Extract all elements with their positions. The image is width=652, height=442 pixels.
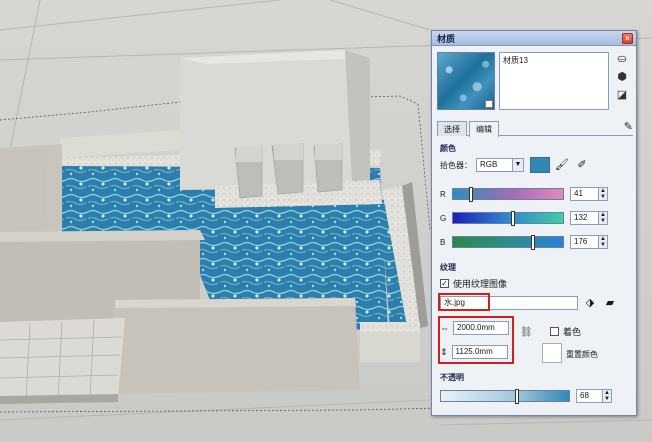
spin-b[interactable]: 176 ▲ ▼ — [570, 235, 608, 249]
panel-title: 材质 — [437, 33, 456, 44]
swatch-corner-icon — [485, 100, 493, 108]
slider-label-b: B — [440, 237, 446, 247]
tab-select[interactable]: 选择 — [437, 121, 467, 136]
spin-g[interactable]: 132 ▲ ▼ — [570, 211, 608, 225]
colorize-label: 着色 — [563, 327, 582, 337]
colorize-checkbox[interactable] — [550, 327, 559, 336]
diagonal-icon[interactable]: ◪ — [615, 88, 629, 102]
use-texture-row: ✓ 使用纹理图像 — [440, 277, 507, 290]
cube-icon[interactable]: ⬢ — [615, 70, 629, 84]
spin-g-value: 132 — [574, 213, 588, 222]
opacity-slider-thumb[interactable] — [515, 389, 519, 404]
picker-row: 拾色器： RGB ▼ 🖌 ✐ — [440, 157, 590, 173]
reset-color-label: 重置颜色 — [566, 350, 598, 359]
slider-r[interactable] — [452, 187, 564, 202]
close-icon[interactable]: × — [622, 32, 633, 44]
slider-g[interactable] — [452, 211, 564, 226]
use-texture-checkbox[interactable]: ✓ — [440, 279, 449, 288]
picker-select[interactable]: RGB ▼ — [476, 158, 524, 172]
spin-r[interactable]: 41 ▲ ▼ — [570, 187, 608, 201]
slider-row-b: B 176 ▲ ▼ — [440, 235, 608, 250]
colorize-row: 着色 — [550, 325, 581, 338]
paint-bucket-icon[interactable]: 🖌 — [554, 157, 570, 173]
side-icon-column: ⛀ ⬢ ◪ — [615, 52, 631, 106]
slider-thumb-r[interactable] — [469, 187, 473, 202]
chevron-down-icon: ▼ — [512, 159, 523, 171]
material-preview-row: 材质13 ⛀ ⬢ ◪ — [437, 52, 633, 114]
material-swatch-preview[interactable] — [437, 52, 495, 110]
slider-row-g: G 132 ▲ ▼ — [440, 211, 608, 226]
picker-select-value: RGB — [480, 160, 498, 169]
slider-thumb-g[interactable] — [511, 211, 515, 226]
material-panel: 材质 × 材质13 ⛀ ⬢ ◪ 选择 编辑 ✎ 颜色 拾色器： RGB ▼ 🖌 … — [431, 30, 637, 416]
folder-icon[interactable]: ▰ — [602, 295, 618, 311]
material-name-field[interactable]: 材质13 — [499, 52, 609, 110]
texture-section-label: 纹理 — [440, 263, 456, 272]
panel-titlebar[interactable]: 材质 × — [432, 31, 636, 46]
slider-label-g: G — [440, 213, 447, 223]
spin-arrows-icon[interactable]: ▲ ▼ — [598, 188, 607, 200]
chain-link-icon[interactable]: ⛓ — [520, 327, 533, 338]
slider-b[interactable] — [452, 235, 564, 250]
slider-row-r: R 41 ▲ ▼ — [440, 187, 608, 202]
spin-b-value: 176 — [574, 237, 588, 246]
color-section-label: 颜色 — [440, 144, 456, 153]
opacity-slider[interactable] — [440, 389, 570, 404]
current-color-box[interactable] — [530, 157, 550, 173]
reset-color-swatch[interactable] — [542, 343, 562, 363]
opacity-spin[interactable]: 68 ▲ ▼ — [576, 389, 612, 403]
slider-label-r: R — [440, 189, 446, 199]
use-texture-label: 使用纹理图像 — [453, 279, 508, 289]
edit-texture-icon[interactable]: ⬗ — [582, 295, 598, 311]
spin-r-value: 41 — [574, 189, 583, 198]
opacity-row: 68 ▲ ▼ — [440, 389, 612, 404]
picker-label: 拾色器： — [440, 160, 472, 170]
tab-edit[interactable]: 编辑 — [469, 121, 499, 137]
opacity-section-label: 不透明 — [440, 373, 464, 382]
texture-file-highlight — [438, 293, 490, 311]
model-icon[interactable]: ⛀ — [615, 52, 629, 66]
eyedropper-icon[interactable]: ✎ — [624, 120, 633, 133]
dimensions-highlight — [438, 316, 514, 364]
slider-thumb-b[interactable] — [531, 235, 535, 250]
opacity-value: 68 — [580, 391, 589, 400]
spin-arrows-icon[interactable]: ▲ ▼ — [602, 390, 611, 402]
panel-tabs: 选择 编辑 ✎ — [437, 120, 633, 137]
spin-arrows-icon[interactable]: ▲ ▼ — [598, 212, 607, 224]
sample-paint-icon[interactable]: ✐ — [574, 157, 590, 173]
spin-arrows-icon[interactable]: ▲ ▼ — [598, 236, 607, 248]
